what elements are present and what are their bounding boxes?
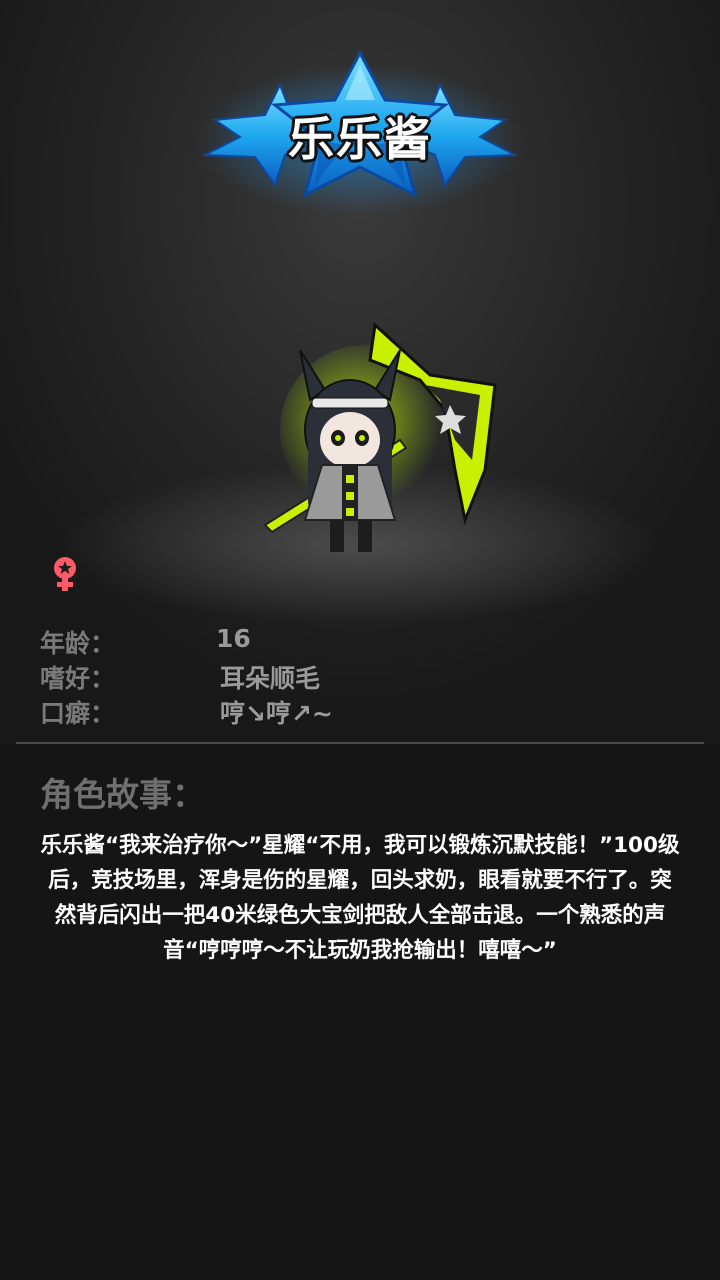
catchphrase-label: 口癖：: [40, 699, 116, 728]
female-icon: [50, 555, 80, 593]
age-row: 年龄： 16: [40, 624, 680, 658]
age-value: 16: [216, 624, 251, 653]
section-divider: [16, 742, 704, 744]
character-figure: [250, 320, 510, 560]
catchphrase-value: 哼↘哼↗~: [220, 699, 333, 728]
age-label: 年龄：: [40, 629, 116, 658]
story-text: 乐乐酱“我来治疗你～”星耀“不用，我可以锻炼沉默技能！”100级后，竞技场里，浑…: [40, 833, 680, 963]
story-heading: 角色故事：: [40, 775, 205, 814]
name-badge: 乐乐酱: [195, 45, 525, 215]
hobby-label: 嗜好：: [40, 664, 116, 693]
character-sprite-icon: [263, 321, 497, 552]
hobby-row: 嗜好： 耳朵顺毛: [40, 659, 680, 693]
hobby-value: 耳朵顺毛: [220, 664, 321, 693]
catchphrase-row: 口癖： 哼↘哼↗~: [40, 694, 680, 728]
character-name: 乐乐酱: [288, 112, 432, 166]
character-stage: 乐乐酱 年龄： 16 嗜好： 耳朵顺毛 口癖： 哼↘哼↗~: [0, 0, 720, 745]
